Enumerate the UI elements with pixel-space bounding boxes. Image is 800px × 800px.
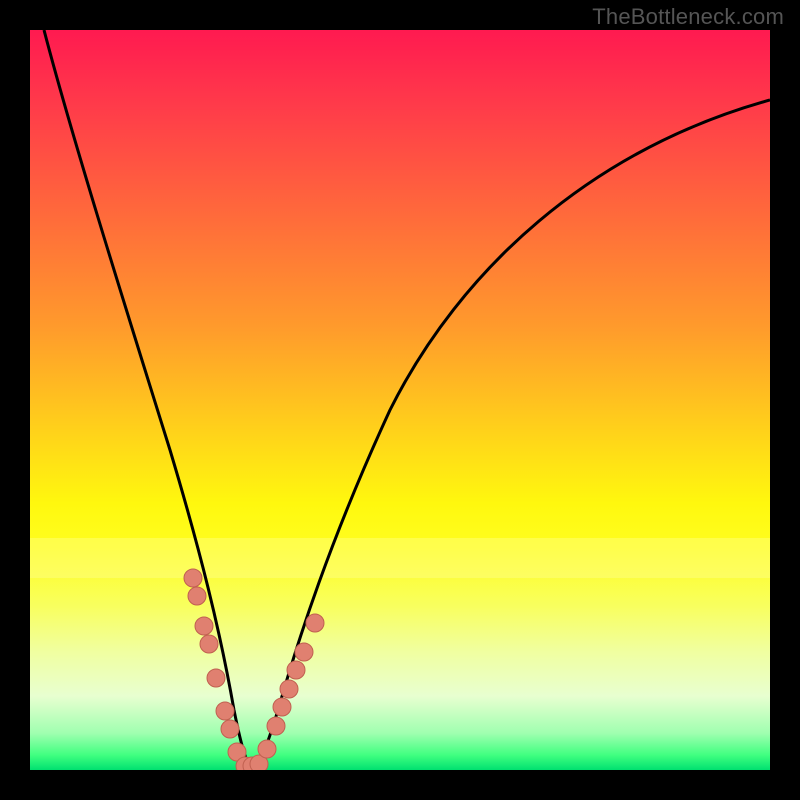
sample-dot: [184, 569, 202, 587]
bottleneck-curve: [44, 30, 770, 768]
watermark-label: TheBottleneck.com: [592, 4, 784, 30]
sample-dot: [258, 740, 276, 758]
sample-dot: [306, 614, 324, 632]
sample-dot: [188, 587, 206, 605]
sample-dot: [267, 717, 285, 735]
scatter-group: [184, 569, 324, 770]
sample-dot: [216, 702, 234, 720]
sample-dot: [195, 617, 213, 635]
sample-dot: [207, 669, 225, 687]
sample-dot: [200, 635, 218, 653]
chart-svg: [30, 30, 770, 770]
sample-dot: [221, 720, 239, 738]
sample-dot: [295, 643, 313, 661]
sample-dot: [287, 661, 305, 679]
sample-dot: [280, 680, 298, 698]
plot-area: [30, 30, 770, 770]
chart-container: TheBottleneck.com: [0, 0, 800, 800]
sample-dot: [273, 698, 291, 716]
